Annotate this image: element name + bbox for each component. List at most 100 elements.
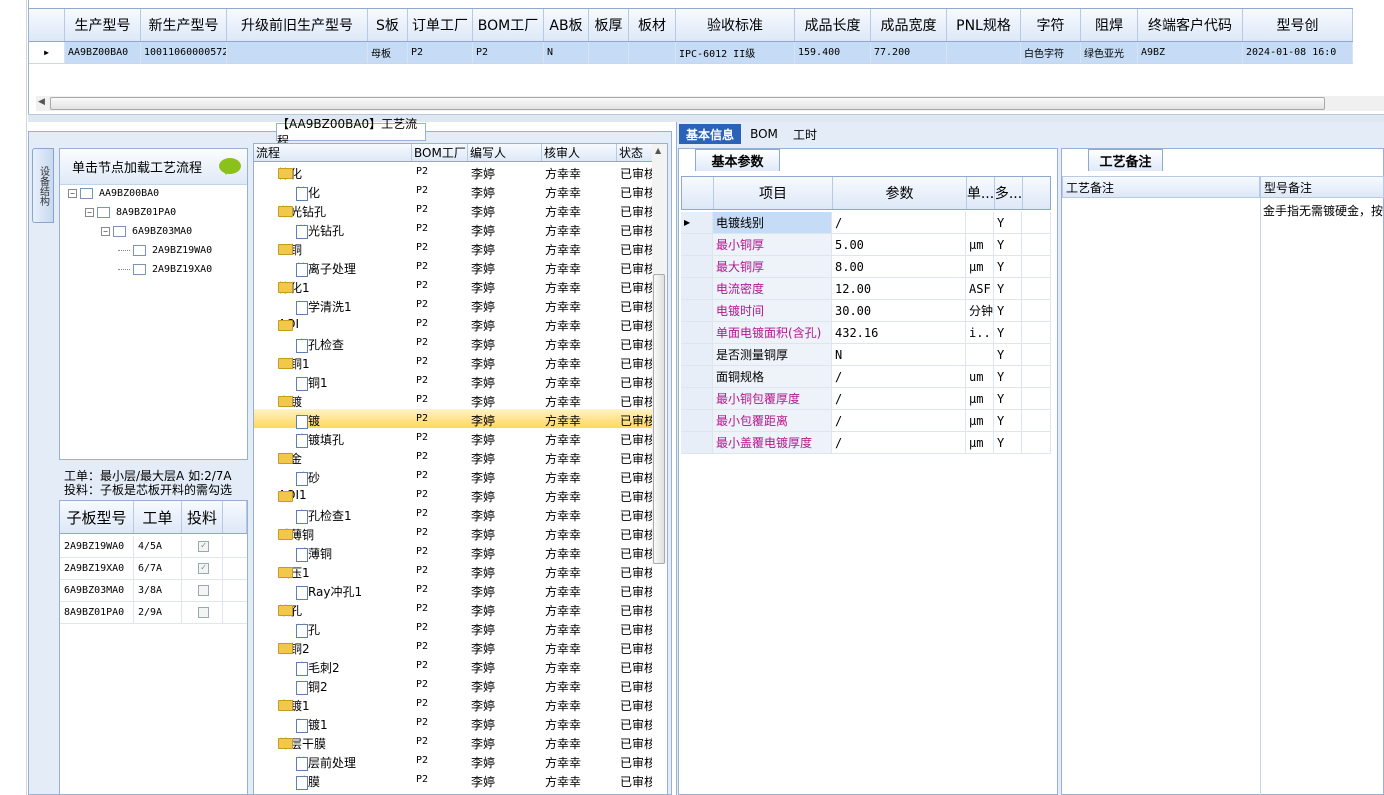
collapse-icon[interactable]: − bbox=[68, 189, 77, 198]
scroll-up-arrow-icon[interactable]: ▲ bbox=[655, 146, 661, 155]
scroll-left-arrow-icon[interactable]: ◀ bbox=[38, 97, 45, 107]
flow-step-row[interactable]: 减薄铜 P2 李婷 方幸幸 已审核 bbox=[254, 542, 654, 562]
column-header[interactable]: 字符 bbox=[1021, 9, 1081, 41]
flow-step-row[interactable]: 激光钻孔 P2 李婷 方幸幸 已审核 bbox=[254, 200, 654, 219]
grid-cell[interactable]: 10011060000572 bbox=[141, 42, 227, 63]
flow-step-row[interactable]: 减薄铜 P2 李婷 方幸幸 已审核 bbox=[254, 523, 654, 542]
flow-step-row[interactable]: 外层前处理 P2 李婷 方幸幸 已审核 bbox=[254, 751, 654, 771]
tab-device-structure[interactable]: 设备结构 bbox=[32, 148, 54, 223]
param-value[interactable]: / bbox=[832, 432, 966, 453]
tab-process-notes[interactable]: 工艺备注 bbox=[1088, 149, 1163, 171]
column-header[interactable]: 状态 bbox=[617, 144, 654, 161]
flow-step-row[interactable]: X-Ray冲孔1 P2 李婷 方幸幸 已审核 bbox=[254, 580, 654, 600]
column-header[interactable]: 验收标准 bbox=[676, 9, 795, 41]
param-value[interactable]: 30.00 bbox=[832, 300, 966, 321]
column-header[interactable]: 阻焊 bbox=[1081, 9, 1138, 41]
column-header[interactable]: 项目 bbox=[714, 177, 833, 209]
table-row[interactable]: 6A9BZ03MA0 3/8A bbox=[60, 580, 247, 602]
column-header[interactable]: 终端客户代码 bbox=[1138, 9, 1243, 41]
column-header[interactable]: 投料 bbox=[182, 501, 223, 533]
grid-cell[interactable]: P2 bbox=[473, 42, 544, 63]
grid-cell[interactable]: 77.200 bbox=[871, 42, 947, 63]
param-row[interactable]: 电镀时间 30.00 分钟 Y bbox=[681, 300, 1051, 322]
tree-node[interactable]: − 6A9BZ03MA0 bbox=[101, 226, 192, 237]
grid-cell[interactable]: 2024-01-08 16:0 bbox=[1243, 42, 1353, 63]
column-header[interactable]: 板厚 bbox=[589, 9, 629, 41]
column-header[interactable]: 板材 bbox=[629, 9, 676, 41]
tree-node[interactable]: 2A9BZ19WA0 bbox=[118, 245, 212, 256]
column-header[interactable]: PNL规格 bbox=[947, 9, 1021, 41]
order-grid-row[interactable]: ▶ AA9BZ00BA0 10011060000572 母板 P2 P2 N IPC-6012… bbox=[29, 42, 1353, 64]
subboard-grid[interactable]: 子板型号 工单 投料 2A9BZ19WA0 4/5A ✓ 2A9BZ19XA0 6/7A ✓ 6… bbox=[59, 500, 248, 795]
param-value[interactable]: / bbox=[832, 212, 966, 233]
param-value[interactable]: 8.00 bbox=[832, 256, 966, 277]
table-row[interactable]: 2A9BZ19WA0 4/5A ✓ bbox=[60, 536, 247, 558]
flow-step-row[interactable]: 沉铜1 P2 李婷 方幸幸 已审核 bbox=[254, 352, 654, 371]
param-row[interactable]: 最小包覆距离 / μm Y bbox=[681, 410, 1051, 432]
column-header[interactable]: S板 bbox=[368, 9, 408, 41]
column-header[interactable]: 成品宽度 bbox=[871, 9, 947, 41]
flow-step-row[interactable]: 激光钻孔 P2 李婷 方幸幸 已审核 bbox=[254, 219, 654, 239]
flow-step-row[interactable]: 盲孔检查1 P2 李婷 方幸幸 已审核 bbox=[254, 504, 654, 524]
param-row[interactable]: 单面电镀面积(含孔)432.16i...Y bbox=[681, 322, 1051, 344]
grid-cell[interactable] bbox=[629, 42, 676, 63]
param-row[interactable]: 最小铜包覆厚度 / μm Y bbox=[681, 388, 1051, 410]
flow-step-row[interactable]: AOI1 P2 李婷 方幸幸 已审核 bbox=[254, 485, 654, 504]
grid-cell[interactable] bbox=[227, 42, 368, 63]
flow-step-row[interactable]: 钻孔 P2 李婷 方幸幸 已审核 bbox=[254, 599, 654, 618]
param-row[interactable]: 电流密度 12.00 ASF Y bbox=[681, 278, 1051, 300]
flow-step-row[interactable]: 层压1 P2 李婷 方幸幸 已审核 bbox=[254, 561, 654, 580]
feed-checkbox[interactable]: ✓ bbox=[198, 563, 209, 574]
grid-cell[interactable]: N bbox=[544, 42, 589, 63]
grid-cell[interactable] bbox=[589, 42, 629, 63]
flow-step-row[interactable]: 沉铜1 P2 李婷 方幸幸 已审核 bbox=[254, 371, 654, 391]
tab-work-hours[interactable]: 工时 bbox=[788, 124, 822, 144]
tab-basic-params[interactable]: 基本参数 bbox=[695, 149, 780, 171]
grid-cell[interactable]: A9BZ bbox=[1138, 42, 1243, 63]
column-header[interactable]: 核审人 bbox=[542, 144, 617, 161]
grid-cell[interactable]: AA9BZ00BA0 bbox=[65, 42, 141, 63]
grid-cell[interactable]: P2 bbox=[408, 42, 473, 63]
tab-basic-info[interactable]: 基本信息 bbox=[679, 124, 741, 144]
param-value[interactable]: 5.00 bbox=[832, 234, 966, 255]
flow-step-row[interactable]: 去毛刺2 P2 李婷 方幸幸 已审核 bbox=[254, 656, 654, 676]
flow-step-row[interactable]: 板镀1 P2 李婷 方幸幸 已审核 bbox=[254, 713, 654, 733]
column-header[interactable]: 型号创 bbox=[1243, 9, 1353, 41]
tree-node[interactable]: 2A9BZ19XA0 bbox=[118, 264, 212, 275]
column-header[interactable]: 升级前旧生产型号 bbox=[227, 9, 368, 41]
flow-step-row[interactable]: 沉铜2 P2 李婷 方幸幸 已审核 bbox=[254, 637, 654, 656]
flow-step-row[interactable]: 贴膜 P2 李婷 方幸幸 已审核 bbox=[254, 770, 654, 790]
column-header[interactable]: 单... bbox=[967, 177, 995, 209]
column-header[interactable]: 子板型号 bbox=[60, 501, 134, 533]
flow-step-row[interactable]: 等离子处理 P2 李婷 方幸幸 已审核 bbox=[254, 257, 654, 277]
grid-cell[interactable]: 白色字符 bbox=[1021, 42, 1081, 63]
flow-step-row[interactable]: 喷砂 P2 李婷 方幸幸 已审核 bbox=[254, 466, 654, 486]
flow-vscrollbar[interactable]: ▲ bbox=[652, 144, 667, 564]
flow-step-row[interactable]: 沉铜 P2 李婷 方幸幸 已审核 bbox=[254, 238, 654, 257]
flow-step-row[interactable]: 电镀 P2 李婷 方幸幸 已审核 bbox=[254, 390, 654, 409]
horizontal-splitter[interactable] bbox=[28, 114, 1384, 122]
grid-cell[interactable]: IPC-6012 II级 bbox=[676, 42, 795, 63]
param-value[interactable]: N bbox=[832, 344, 966, 365]
feed-checkbox[interactable] bbox=[198, 585, 209, 596]
column-header[interactable]: BOM工厂 bbox=[412, 144, 468, 161]
column-header[interactable]: AB板 bbox=[544, 9, 589, 41]
param-row[interactable]: ▶ 电镀线别 / Y bbox=[681, 212, 1051, 234]
order-grid-hscrollbar[interactable]: ◀ bbox=[36, 96, 1384, 111]
tab-bom[interactable]: BOM bbox=[748, 124, 780, 144]
flow-step-row[interactable]: 棕化1 P2 李婷 方幸幸 已审核 bbox=[254, 276, 654, 295]
grid-cell[interactable]: 绿色亚光 bbox=[1081, 42, 1138, 63]
feed-checkbox[interactable] bbox=[198, 607, 209, 618]
param-row[interactable]: 最小盖覆电镀厚度 / μm Y bbox=[681, 432, 1051, 454]
flow-step-row[interactable]: 板镀 P2 李婷 方幸幸 已审核 bbox=[254, 409, 654, 429]
flow-step-row[interactable]: 电镀填孔 P2 李婷 方幸幸 已审核 bbox=[254, 428, 654, 448]
grid-cell[interactable]: 159.400 bbox=[795, 42, 871, 63]
flow-step-row[interactable]: 棕化 P2 李婷 方幸幸 已审核 bbox=[254, 162, 654, 181]
param-value[interactable]: 12.00 bbox=[832, 278, 966, 299]
column-header[interactable]: 生产型号 bbox=[65, 9, 141, 41]
scroll-thumb[interactable] bbox=[653, 274, 665, 564]
flow-step-row[interactable]: AOI P2 李婷 方幸幸 已审核 bbox=[254, 314, 654, 333]
column-header[interactable]: 工单 bbox=[134, 501, 182, 533]
feed-checkbox[interactable]: ✓ bbox=[198, 541, 209, 552]
scroll-thumb[interactable] bbox=[50, 97, 1325, 110]
